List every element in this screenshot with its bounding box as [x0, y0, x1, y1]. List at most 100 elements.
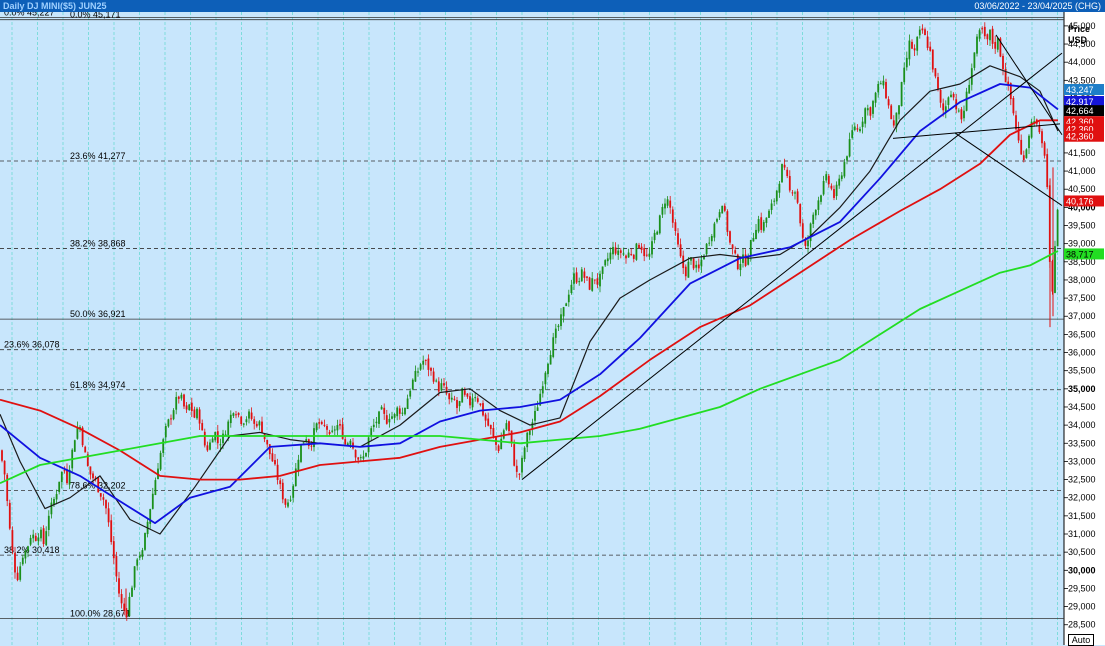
candle-body: [775, 190, 778, 202]
candle-body: [406, 398, 409, 410]
candle-body: [518, 473, 521, 475]
candle-body: [510, 430, 513, 444]
candle-body: [892, 120, 895, 126]
candle-body: [778, 183, 781, 193]
candle-body: [344, 439, 347, 445]
candle-body: [492, 427, 495, 437]
retracement-label: 0.0% 45,227: [4, 12, 55, 18]
candle-body: [440, 383, 443, 391]
candle-body: [55, 494, 58, 500]
candle-body: [435, 380, 438, 382]
candle-body: [695, 264, 698, 268]
candle-body: [349, 440, 352, 445]
candle-body: [372, 424, 375, 428]
candle-body: [227, 421, 230, 435]
candle-body: [131, 587, 133, 597]
candle-body: [60, 471, 63, 483]
candle-body: [713, 223, 716, 238]
candle-body: [89, 466, 92, 475]
price-tag-label: 38,717: [1066, 249, 1094, 259]
candle-body: [986, 34, 989, 40]
price-chart[interactable]: 0.0% 45,227 0.0% 45,171 23.6% 41,277 38.2% …: [0, 12, 1105, 645]
candle-body: [232, 413, 235, 416]
candle-body: [968, 84, 971, 94]
candle-body: [541, 386, 544, 394]
candle-body: [760, 217, 763, 230]
candle-body: [229, 414, 232, 424]
candle-body: [718, 212, 721, 218]
auto-scale-button[interactable]: Auto: [1068, 634, 1094, 646]
candle-body: [430, 368, 432, 371]
candle-body: [669, 200, 672, 208]
axis-tick-label: 32,500: [1068, 475, 1096, 485]
retracement-label: 61.8% 34,974: [70, 380, 126, 390]
candle-body: [627, 252, 630, 258]
candle-body: [318, 422, 321, 424]
candle-body: [219, 444, 222, 446]
candle-body: [354, 449, 357, 458]
candle-body: [560, 314, 562, 327]
candle-body: [63, 470, 66, 472]
axis-tick-label: 44,000: [1068, 57, 1096, 67]
retracement-label: 50.0% 36,921: [70, 309, 126, 319]
candle-body: [913, 48, 916, 51]
candle-body: [365, 452, 367, 457]
candle-body: [84, 446, 87, 453]
candle-body: [817, 200, 820, 210]
candle-body: [588, 277, 591, 290]
candle-body: [193, 409, 196, 418]
candle-body: [625, 255, 627, 259]
axis-tick-label: 29,000: [1068, 602, 1096, 612]
axis-tick-label: 35,500: [1068, 366, 1096, 376]
candle-body: [505, 423, 508, 430]
candle-body: [874, 92, 877, 103]
candle-body: [133, 566, 136, 588]
candle-body: [843, 162, 846, 177]
title-bar: Daily DJ MINI($5) JUN25 03/06/2022 - 23/…: [0, 0, 1105, 12]
candle-body: [664, 203, 666, 209]
candle-body: [757, 219, 760, 232]
candle-body: [567, 294, 570, 303]
candle-body: [570, 284, 573, 294]
candle-body: [258, 421, 261, 426]
price-tag-label: 43,247: [1066, 85, 1094, 95]
candle-body: [162, 439, 165, 453]
candle-body: [931, 49, 934, 70]
candle-body: [905, 57, 908, 68]
candle-body: [271, 453, 274, 462]
candle-body: [190, 402, 193, 412]
candle-body: [965, 91, 968, 111]
candle-body: [731, 244, 734, 249]
candle-body: [661, 207, 664, 215]
candle-body: [180, 394, 183, 399]
candle-body: [164, 426, 167, 438]
candle-body: [926, 36, 929, 48]
candle-body: [508, 421, 510, 432]
candle-body: [934, 68, 937, 77]
candle-body: [755, 229, 757, 240]
candle-body: [578, 281, 581, 283]
candle-body: [692, 258, 695, 269]
candle-body: [469, 396, 471, 406]
candle-body: [279, 480, 282, 485]
candle-body: [996, 38, 999, 50]
candle-body: [300, 445, 302, 462]
candle-body: [833, 189, 835, 198]
candle-body: [921, 28, 924, 31]
candle-body: [138, 555, 141, 558]
candle-body: [749, 239, 752, 257]
candle-body: [73, 440, 76, 452]
candle-body: [66, 469, 68, 484]
candle-body: [684, 266, 687, 277]
candle-body: [791, 192, 794, 194]
candle-body: [640, 246, 643, 250]
candle-body: [846, 156, 848, 161]
candle-body: [461, 388, 464, 403]
candle-body: [723, 205, 726, 211]
candle-body: [807, 240, 809, 247]
candle-body: [92, 473, 94, 479]
candle-body: [432, 371, 435, 382]
candle-body: [19, 566, 22, 580]
candle-body: [599, 273, 601, 287]
candle-body: [118, 578, 120, 594]
